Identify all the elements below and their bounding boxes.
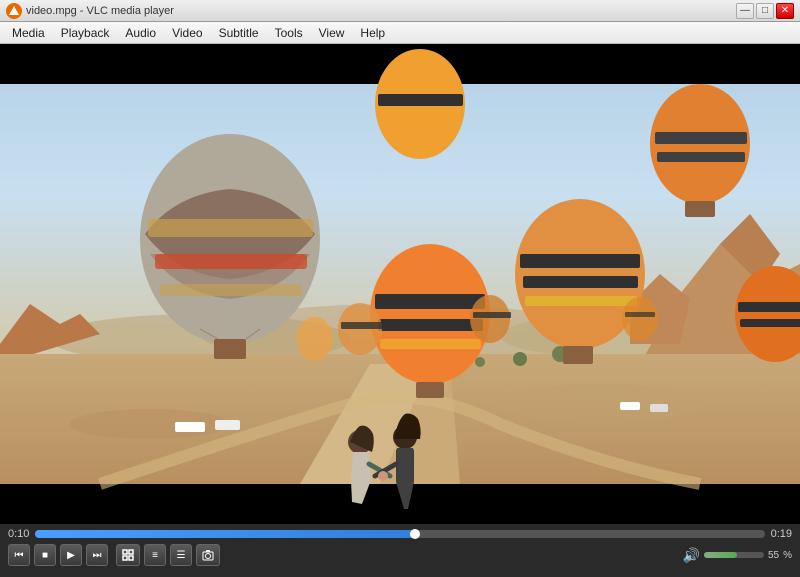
video-display[interactable]	[0, 44, 800, 524]
volume-control: 🔊 55 %	[683, 547, 792, 564]
menu-playback[interactable]: Playback	[53, 24, 118, 42]
maximize-button[interactable]: □	[756, 3, 774, 19]
extended-settings-button[interactable]: ≡	[144, 544, 166, 566]
menu-audio[interactable]: Audio	[117, 24, 164, 42]
playback-controls: ⏮ ■ ▶ ⏭ ≡ ☰ 🔊	[8, 544, 792, 566]
fullscreen-button[interactable]	[116, 544, 140, 566]
playlist-button[interactable]: ☰	[170, 544, 192, 566]
volume-fill	[704, 552, 737, 558]
menu-media[interactable]: Media	[4, 24, 53, 42]
seekbar-row: 0:10 0:19	[8, 528, 792, 540]
controls-panel: 0:10 0:19 ⏮ ■ ▶ ⏭ ≡ ☰	[0, 524, 800, 577]
snapshot-button[interactable]	[196, 544, 220, 566]
menu-view[interactable]: View	[311, 24, 353, 42]
pause-play-button[interactable]: ▶	[60, 544, 82, 566]
seek-handle[interactable]	[410, 529, 420, 539]
menu-tools[interactable]: Tools	[267, 24, 311, 42]
time-elapsed: 0:10	[8, 528, 29, 540]
seek-bar[interactable]	[35, 530, 764, 538]
volume-percent: 55	[768, 550, 779, 561]
volume-icon: 🔊	[683, 547, 700, 564]
volume-slider[interactable]	[704, 552, 764, 558]
titlebar: video.mpg - VLC media player — □ ✕	[0, 0, 800, 22]
next-button[interactable]: ⏭	[86, 544, 108, 566]
menu-help[interactable]: Help	[352, 24, 393, 42]
menu-subtitle[interactable]: Subtitle	[211, 24, 267, 42]
menu-video[interactable]: Video	[164, 24, 210, 42]
minimize-button[interactable]: —	[736, 3, 754, 19]
time-remaining: 0:19	[771, 528, 792, 540]
prev-button[interactable]: ⏮	[8, 544, 30, 566]
window-title: video.mpg - VLC media player	[26, 5, 734, 17]
volume-percent-sign: %	[783, 550, 792, 561]
menubar: Media Playback Audio Video Subtitle Tool…	[0, 22, 800, 44]
close-button[interactable]: ✕	[776, 3, 794, 19]
stop-button[interactable]: ■	[34, 544, 56, 566]
seek-fill	[35, 530, 414, 538]
app-icon	[6, 3, 22, 19]
